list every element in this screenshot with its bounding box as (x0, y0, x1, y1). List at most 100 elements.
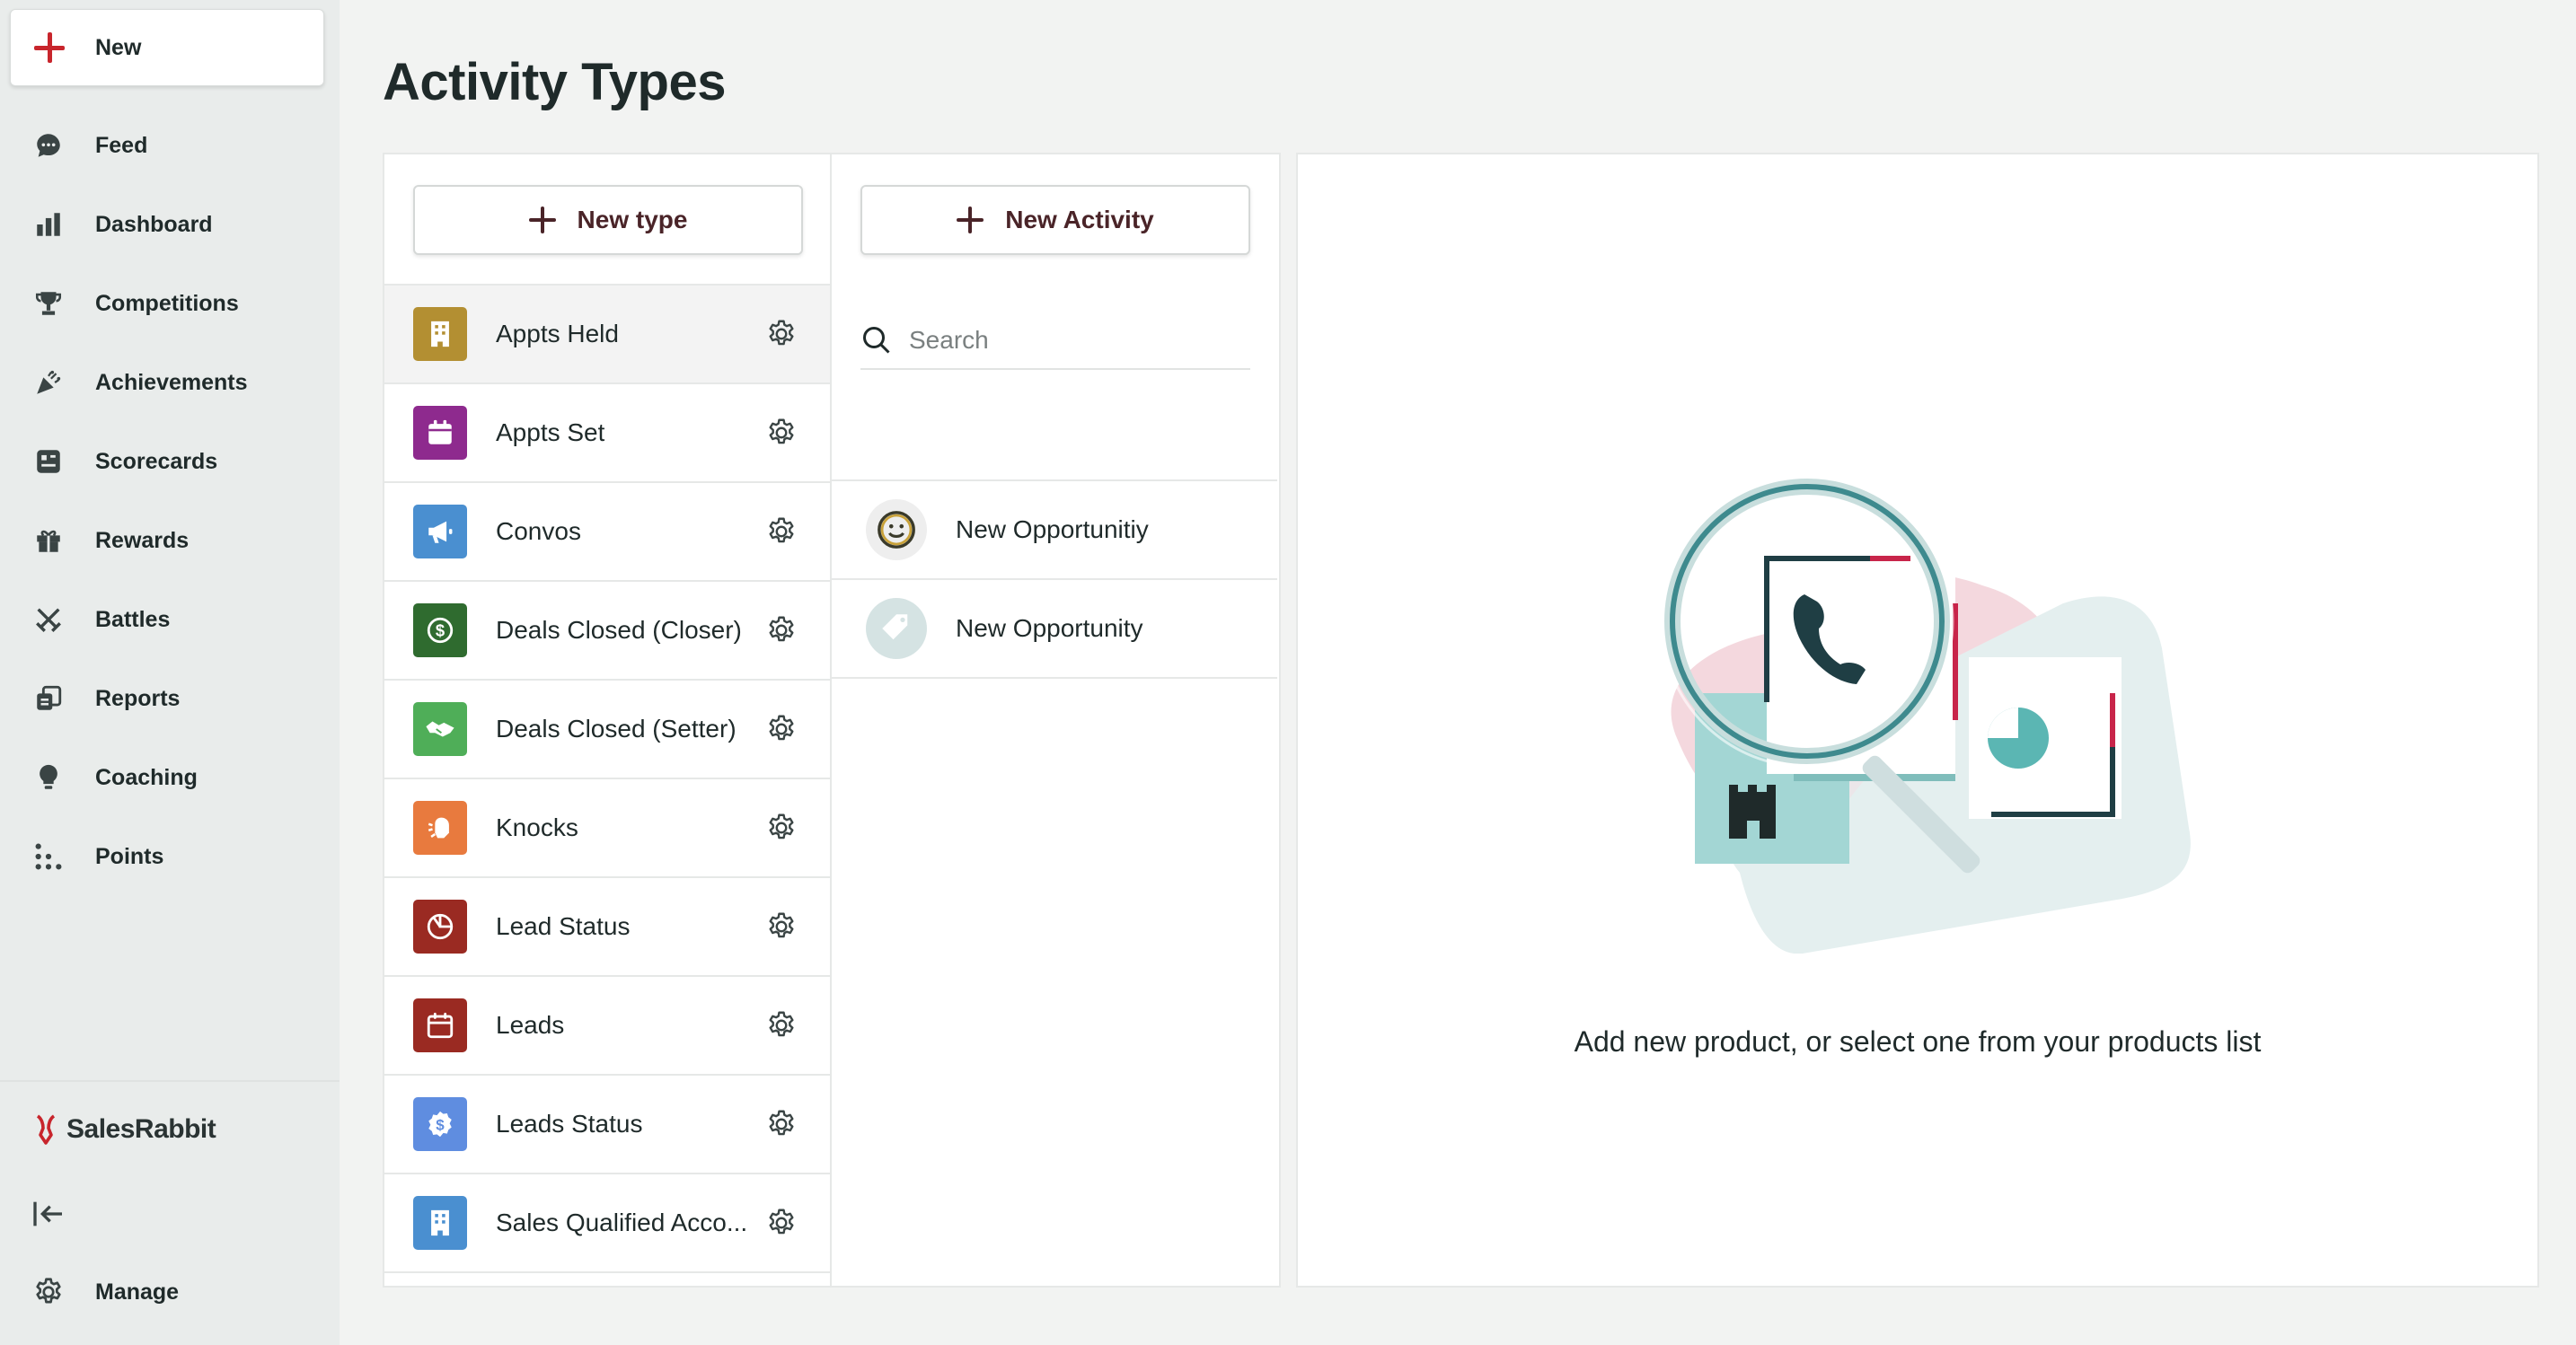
activity-type-row[interactable]: Lead Status (384, 878, 830, 977)
sidebar-item-reports[interactable]: Reports (0, 659, 340, 738)
gear-icon[interactable] (765, 614, 798, 646)
dots-grid-icon (32, 840, 65, 873)
activity-type-row[interactable]: Knocks (384, 779, 830, 878)
gear-icon[interactable] (765, 713, 798, 745)
plus-icon (957, 207, 984, 233)
party-popper-icon (32, 366, 65, 399)
activity-type-row[interactable]: Appts Set (384, 384, 830, 483)
sidebar-item-label: Competitions (95, 290, 239, 316)
sidebar: New Feed Dashboard Competitions Achievem… (0, 0, 340, 1345)
sidebar-item-points[interactable]: Points (0, 817, 340, 896)
tag-icon (866, 598, 927, 659)
gift-icon (32, 524, 65, 557)
sidebar-item-label: Dashboard (95, 211, 213, 237)
app-root: New Feed Dashboard Competitions Achievem… (0, 0, 2576, 1345)
activity-type-name: Lead Status (496, 912, 631, 940)
new-type-button[interactable]: New type (413, 185, 803, 255)
trophy-icon (32, 287, 65, 320)
activity-type-row[interactable]: Appts Held (384, 286, 830, 384)
sidebar-item-label: Achievements (95, 369, 248, 395)
activity-type-row[interactable]: Convos (384, 483, 830, 582)
activity-search (860, 312, 1250, 370)
sidebar-item-label: Battles (95, 606, 171, 632)
activity-type-name: Deals Closed (Closer) (496, 616, 742, 644)
new-button-label: New (95, 34, 142, 60)
gear-icon[interactable] (765, 1108, 798, 1140)
activity-type-name: Sales Qualified Acco... (496, 1209, 748, 1236)
activity-type-name: Leads Status (496, 1110, 643, 1138)
activity-name: New Opportunity (956, 614, 1143, 642)
activity-name: New Opportunitiy (956, 515, 1149, 543)
sidebar-item-scorecards[interactable]: Scorecards (0, 422, 340, 501)
search-icon (863, 327, 890, 354)
sidebar-item-battles[interactable]: Battles (0, 580, 340, 659)
activity-types-list: Appts Held Appts Set Convos $ Deals Closed (… (384, 284, 830, 1273)
brand-logo: SalesRabbit (32, 1113, 216, 1146)
manage-label: Manage (95, 1279, 180, 1305)
activity-type-row[interactable]: Deals Closed (Setter) (384, 681, 830, 779)
page-title: Activity Types (383, 53, 726, 111)
pie-chart-icon (413, 900, 467, 954)
activity-type-row[interactable]: $ Deals Closed (Closer) (384, 582, 830, 681)
activity-type-row[interactable]: Sales Qualified Acco... (384, 1174, 830, 1273)
building-icon (413, 307, 467, 361)
sidebar-item-dashboard[interactable]: Dashboard (0, 185, 340, 264)
rabbit-logo-icon (36, 1114, 56, 1145)
activity-type-name: Deals Closed (Setter) (496, 715, 737, 743)
empty-state-message: Add new product, or select one from your… (1574, 1025, 2262, 1058)
manage-button[interactable]: Manage (0, 1253, 340, 1332)
gear-icon[interactable] (765, 417, 798, 449)
sidebar-item-label: Coaching (95, 764, 198, 790)
activity-type-name: Leads (496, 1011, 565, 1039)
activity-row[interactable]: New Opportunitiy (832, 481, 1277, 580)
sidebar-item-achievements[interactable]: Achievements (0, 343, 340, 422)
sidebar-item-label: Scorecards (95, 448, 218, 474)
plus-icon (34, 32, 65, 63)
gear-icon[interactable] (765, 515, 798, 548)
activity-type-name: Convos (496, 517, 581, 545)
dollar-badge-icon: $ (413, 1097, 467, 1151)
sidebar-item-label: Feed (95, 132, 148, 158)
sidebar-divider (0, 1080, 340, 1082)
activity-type-name: Knocks (496, 813, 578, 841)
chat-bubble-icon (32, 129, 65, 162)
plus-icon (528, 207, 556, 233)
sidebar-item-label: Reports (95, 685, 181, 711)
sidebar-item-coaching[interactable]: Coaching (0, 738, 340, 817)
gear-icon[interactable] (765, 318, 798, 350)
activity-type-name: Appts Set (496, 418, 605, 446)
gear-icon[interactable] (765, 1009, 798, 1042)
search-input[interactable] (907, 325, 1234, 356)
activity-type-row[interactable]: $ Leads Status (384, 1076, 830, 1174)
svg-text:$: $ (436, 620, 445, 639)
new-activity-label: New Activity (1005, 206, 1154, 233)
building-icon (413, 1196, 467, 1250)
sidebar-item-competitions[interactable]: Competitions (0, 264, 340, 343)
crossed-swords-icon (32, 603, 65, 636)
handshake-icon (413, 702, 467, 756)
sidebar-item-rewards[interactable]: Rewards (0, 501, 340, 580)
activities-list: New Opportunitiy New Opportunity (832, 479, 1277, 679)
gear-icon[interactable] (765, 910, 798, 943)
empty-state-illustration (1660, 474, 2191, 954)
gear-icon[interactable] (765, 812, 798, 844)
calendar-outline-icon (413, 998, 467, 1052)
gear-icon[interactable] (765, 1207, 798, 1239)
lightbulb-icon (32, 761, 65, 794)
new-activity-button[interactable]: New Activity (860, 185, 1250, 255)
sidebar-item-label: Points (95, 843, 164, 869)
hand-knock-icon (413, 801, 467, 855)
activity-row[interactable]: New Opportunity (832, 580, 1277, 679)
brand-name: SalesRabbit (66, 1114, 216, 1144)
gear-icon (32, 1276, 65, 1308)
collapse-sidebar-button[interactable] (31, 1196, 66, 1232)
dollar-circle-icon: $ (413, 603, 467, 657)
new-button[interactable]: New (10, 9, 324, 86)
collapse-arrow-icon (33, 1201, 62, 1226)
svg-text:$: $ (436, 1116, 445, 1133)
activity-type-name: Appts Held (496, 320, 619, 347)
activities-panel: New Activity New OpportunitiyNew Opportu… (832, 153, 1281, 1288)
activity-type-row[interactable]: Leads (384, 977, 830, 1076)
sidebar-item-feed[interactable]: Feed (0, 106, 340, 185)
new-type-label: New type (577, 206, 688, 233)
